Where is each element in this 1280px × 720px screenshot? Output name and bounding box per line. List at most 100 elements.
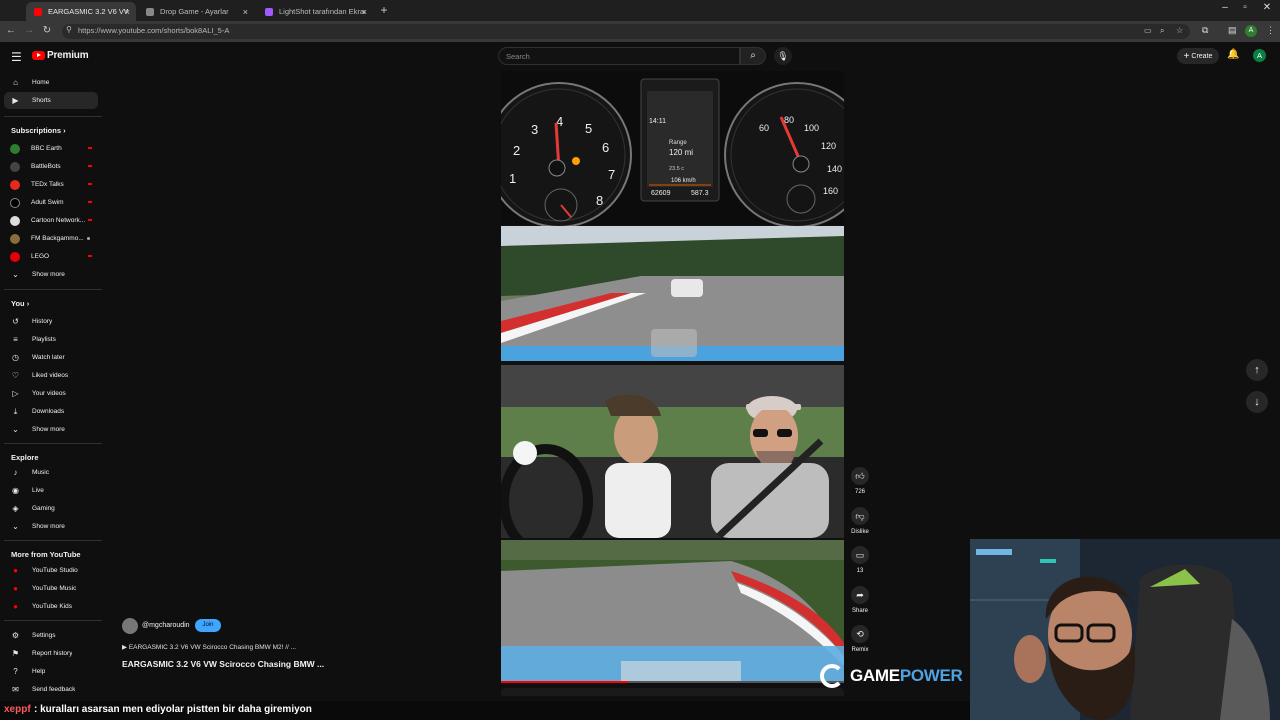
chevron-right-icon: › [26, 299, 30, 308]
svg-text:100: 100 [804, 123, 819, 133]
url-text[interactable]: https://www.youtube.com/shorts/bok8ALI_5… [78, 26, 229, 35]
youtube-play-icon [32, 51, 45, 60]
subscription-bbc-earth[interactable]: BBC Earth [4, 140, 98, 157]
voice-search-button[interactable]: 🎙 [774, 47, 792, 65]
search-placeholder: Search [506, 52, 530, 61]
menu-icon[interactable]: ☰ [11, 50, 22, 64]
subscription-adult-swim[interactable]: Adult Swim [4, 194, 98, 211]
video-progress-bar[interactable] [501, 681, 844, 683]
subscription-cartoon-network[interactable]: Cartoon Network... [4, 212, 98, 229]
channel-avatar[interactable] [122, 618, 138, 634]
music-line[interactable]: ▶ EARGASMIC 3.2 V6 VW Scirocco Chasing B… [122, 643, 296, 651]
omnibox[interactable]: ⚲ https://www.youtube.com/shorts/bok8ALI… [62, 24, 1190, 39]
divider [4, 620, 102, 621]
close-tab-icon[interactable]: × [243, 7, 248, 17]
like-button[interactable]: 👍︎ 726 [847, 467, 873, 495]
svg-text:3: 3 [531, 122, 538, 137]
browser-menu-icon[interactable]: ⋮ [1266, 25, 1275, 36]
sidebar-item-home[interactable]: ⌂ Home [4, 74, 98, 91]
sidebar-item-youtube-music[interactable]: ● YouTube Music [4, 580, 98, 597]
extensions-icon[interactable]: ⧉ [1202, 25, 1208, 36]
reload-icon[interactable]: ↻ [41, 25, 53, 36]
forward-icon[interactable]: → [23, 25, 35, 36]
browser-tab-lightshot[interactable]: LightShot tarafından Ekran Gö × [257, 2, 373, 21]
explore-heading: Explore [11, 453, 39, 462]
next-short-button[interactable]: ↓ [1246, 391, 1268, 413]
browser-tab-drop-game[interactable]: Drop Game - Ayarlar × [138, 2, 254, 21]
join-button[interactable]: Join [195, 619, 221, 632]
shorts-video-player[interactable]: 1 2 3 4 5 6 7 8 60 80 100 120 140 160 18… [501, 71, 844, 683]
logo-text: Premium [47, 50, 89, 61]
minimize-icon[interactable]: – [1218, 2, 1232, 13]
you-heading[interactable]: You › [11, 299, 29, 308]
you-show-more[interactable]: ⌄ Show more [4, 421, 98, 438]
sidebar-item-watch-later[interactable]: ◷ Watch later [4, 349, 98, 366]
subscription-battlebots[interactable]: BattleBots [4, 158, 98, 175]
sidebar-item-report-history[interactable]: ⚑ Report history [4, 645, 98, 662]
short-title[interactable]: EARGASMIC 3.2 V6 VW Scirocco Chasing BMW… [122, 659, 324, 669]
youtube-music-icon: ● [13, 584, 18, 593]
share-label: Share [851, 608, 868, 614]
youtube-logo[interactable]: Premium [32, 50, 89, 61]
sidebar-item-youtube-studio[interactable]: ● YouTube Studio [4, 562, 98, 579]
close-tab-icon[interactable]: × [125, 7, 130, 17]
subscriptions-heading[interactable]: Subscriptions › [11, 126, 66, 135]
new-content-dot-icon [87, 237, 90, 240]
close-window-icon[interactable]: ✕ [1260, 2, 1274, 13]
maximize-icon[interactable]: ▫ [1238, 2, 1252, 13]
live-indicator-icon [88, 147, 92, 149]
back-icon[interactable]: ← [5, 25, 17, 36]
channel-name[interactable]: @mgcharoudin [142, 622, 190, 629]
sidebar-item-shorts[interactable]: ▶ Shorts [4, 92, 98, 109]
sidebar-item-music[interactable]: ♪ Music [4, 464, 98, 481]
sidebar-item-send-feedback[interactable]: ✉ Send feedback [4, 681, 98, 698]
subscription-tedx-talks[interactable]: TEDx Talks [4, 176, 98, 193]
sidebar-item-your-videos[interactable]: ▷ Your videos [4, 385, 98, 402]
browser-profile-avatar[interactable]: A [1245, 25, 1257, 37]
svg-text:8: 8 [596, 193, 603, 208]
svg-text:587.3: 587.3 [691, 190, 709, 197]
channel-avatar [10, 215, 20, 226]
sidebar-panel-icon[interactable]: ▤ [1228, 25, 1237, 36]
subscriptions-show-more[interactable]: ⌄ Show more [4, 266, 98, 283]
divider [4, 443, 102, 444]
channel-avatar [10, 251, 20, 262]
sidebar-item-gaming[interactable]: ◈ Gaming [4, 500, 98, 517]
subscription-lego[interactable]: LEGO [4, 248, 98, 265]
browser-tab-youtube[interactable]: EARGASMIC 3.2 V6 VW Sci × [26, 2, 136, 21]
search-input[interactable]: Search [498, 47, 740, 65]
sidebar-item-youtube-kids[interactable]: ● YouTube Kids [4, 598, 98, 615]
notifications-bell-icon[interactable]: 🔔 [1227, 49, 1239, 60]
account-avatar[interactable]: A [1253, 49, 1266, 62]
close-tab-icon[interactable]: × [362, 7, 367, 17]
share-button[interactable]: ➦ Share [847, 586, 873, 614]
sidebar-item-history[interactable]: ↺ History [4, 313, 98, 330]
like-count: 726 [854, 489, 865, 495]
new-tab-button[interactable]: + [378, 3, 390, 17]
music-play-icon: ▶ [122, 644, 127, 651]
explore-show-more[interactable]: ⌄ Show more [4, 518, 98, 535]
zoom-icon[interactable]: ⌕ [1160, 26, 1164, 36]
sidebar-item-downloads[interactable]: ⤓ Downloads [4, 403, 98, 420]
sidebar-item-live[interactable]: ◉ Live [4, 482, 98, 499]
shorts-icon: ▶ [12, 96, 19, 105]
live-indicator-icon [88, 165, 92, 167]
search-button[interactable]: ⌕ [740, 47, 766, 65]
sidebar-item-playlists[interactable]: ≡ Playlists [4, 331, 98, 348]
subscription-fm-backgammon[interactable]: FM Backgammo... [4, 230, 98, 247]
create-button[interactable]: + Create [1177, 48, 1219, 64]
site-info-icon[interactable]: ⚲ [66, 25, 72, 34]
next-short-preview[interactable] [501, 688, 844, 696]
dislike-button[interactable]: 👎︎ Dislike [847, 507, 873, 535]
dislike-label: Dislike [851, 529, 869, 535]
comments-button[interactable]: ▭ 13 [847, 546, 873, 574]
remix-button[interactable]: ⟲ Remix [847, 625, 873, 653]
bookmark-star-icon[interactable]: ☆ [1176, 26, 1183, 35]
sidebar-item-liked-videos[interactable]: ♡ Liked videos [4, 367, 98, 384]
cast-icon[interactable]: ▭ [1144, 26, 1152, 35]
previous-short-button[interactable]: ↑ [1246, 359, 1268, 381]
sidebar-item-settings[interactable]: ⚙ Settings [4, 627, 98, 644]
browser-tab-bar: EARGASMIC 3.2 V6 VW Sci × Drop Game - Ay… [0, 0, 1280, 21]
channel-avatar [10, 143, 20, 154]
sidebar-item-help[interactable]: ? Help [4, 663, 98, 680]
